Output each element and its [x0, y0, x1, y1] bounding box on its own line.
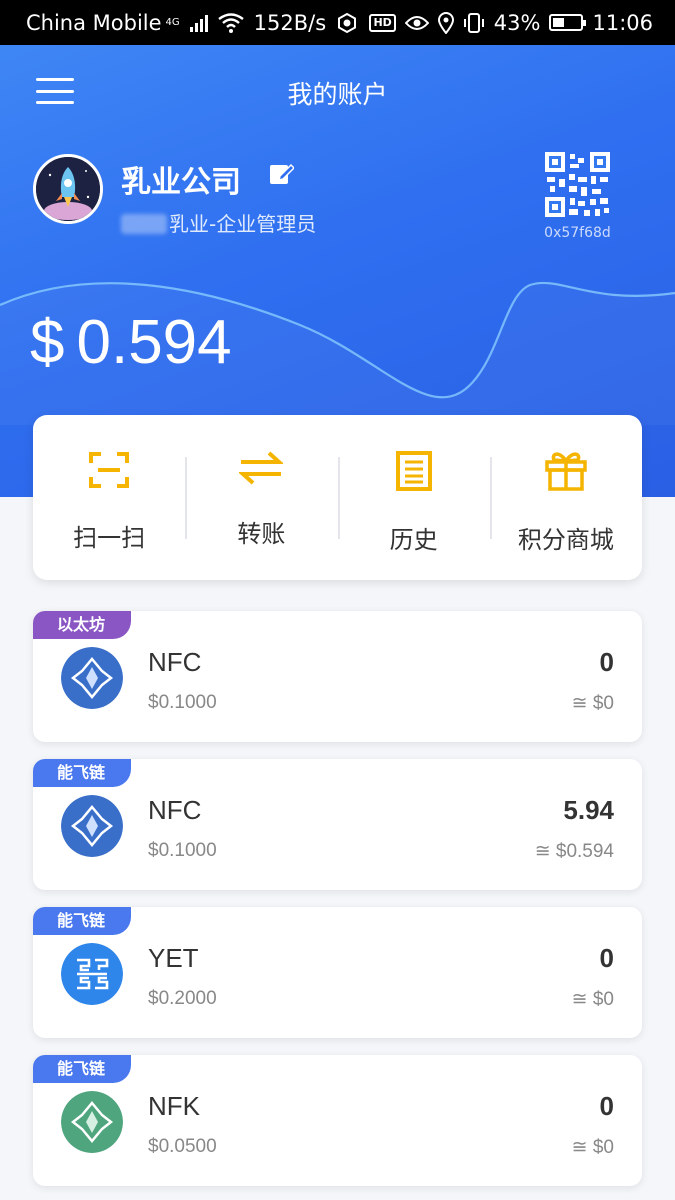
points-mall-button[interactable]: 积分商城: [489, 415, 642, 580]
company-name: 乳业公司: [121, 165, 241, 200]
token-value: ≅ $0: [571, 989, 614, 1010]
wifi-icon: [217, 12, 244, 33]
wallet-address[interactable]: 0x57f68d: [520, 225, 635, 241]
token-amount: 0: [599, 1091, 614, 1121]
edit-icon[interactable]: [268, 161, 294, 187]
carrier-name: China Mobile: [26, 10, 162, 35]
hd-icon: HD: [369, 13, 396, 32]
token-amount: 0: [599, 647, 614, 677]
network-type: 4G: [165, 17, 180, 28]
history-icon: [395, 451, 432, 491]
chain-tag: 能飞链: [33, 759, 132, 787]
chain-tag: 能飞链: [33, 1055, 132, 1083]
transfer-button[interactable]: 转账: [185, 415, 337, 580]
token-price: $0.0500: [148, 1136, 217, 1157]
signal-icon: [189, 14, 208, 32]
account-role: 乳业-企业管理员: [121, 208, 316, 237]
token-amount: 5.94: [563, 795, 614, 825]
scan-label: 扫一扫: [73, 524, 146, 552]
token-card[interactable]: 能飞链 YET $0.2000 0 ≅ $0: [33, 907, 642, 1038]
balance-currency: $: [30, 308, 65, 377]
token-symbol: YET: [148, 943, 199, 973]
token-amount: 0: [599, 943, 614, 973]
scan-icon: [89, 452, 130, 488]
avatar[interactable]: [33, 154, 103, 224]
token-card[interactable]: 以太坊 NFC $0.1000 0 ≅ $0: [33, 611, 642, 742]
history-button[interactable]: 历史: [337, 415, 490, 580]
token-price: $0.1000: [148, 692, 217, 713]
nfc-coin-icon: [61, 795, 123, 857]
network-speed: 152B/s: [253, 10, 327, 35]
clock: 11:06: [592, 10, 653, 35]
token-value: ≅ $0: [571, 693, 614, 714]
gift-icon: [545, 452, 587, 491]
token-symbol: NFK: [148, 1091, 200, 1121]
chain-tag: 以太坊: [33, 611, 132, 639]
chain-tag: 能飞链: [33, 907, 132, 935]
token-symbol: NFC: [148, 647, 202, 677]
yet-coin-icon: [61, 943, 123, 1005]
token-value: ≅ $0.594: [534, 841, 614, 862]
token-value: ≅ $0: [571, 1137, 614, 1158]
vibrate-icon: [463, 12, 484, 33]
token-card[interactable]: 能飞链 NFC $0.1000 5.94 ≅ $0.594: [33, 759, 642, 890]
qr-code-icon[interactable]: [545, 152, 610, 217]
app-notification-icon: [338, 12, 357, 33]
battery-percent: 43%: [493, 10, 541, 35]
points-mall-label: 积分商城: [517, 526, 614, 554]
token-price: $0.2000: [148, 988, 217, 1009]
quick-actions: 扫一扫 转账 历史 积分商城: [33, 415, 642, 580]
rocket-icon: [36, 157, 100, 221]
transfer-icon: [239, 451, 284, 485]
page-title: 我的账户: [287, 80, 388, 109]
redacted-text: [121, 214, 167, 234]
balance-value: 0.594: [76, 308, 232, 377]
role-text: 乳业-企业管理员: [169, 212, 317, 236]
transfer-label: 转账: [237, 520, 286, 548]
status-bar: China Mobile 4G 152B/s HD 43% 11:06: [0, 0, 675, 45]
history-label: 历史: [389, 526, 438, 554]
nfc-coin-icon: [61, 647, 123, 709]
scan-button[interactable]: 扫一扫: [33, 415, 185, 580]
token-symbol: NFC: [148, 795, 202, 825]
battery-icon: [549, 14, 587, 31]
location-icon: [437, 11, 454, 34]
total-balance: $0.594: [30, 307, 232, 378]
token-card[interactable]: 能飞链 NFK $0.0500 0 ≅ $0: [33, 1055, 642, 1186]
eye-icon: [404, 15, 429, 30]
token-price: $0.1000: [148, 840, 217, 861]
nfk-coin-icon: [61, 1091, 123, 1153]
